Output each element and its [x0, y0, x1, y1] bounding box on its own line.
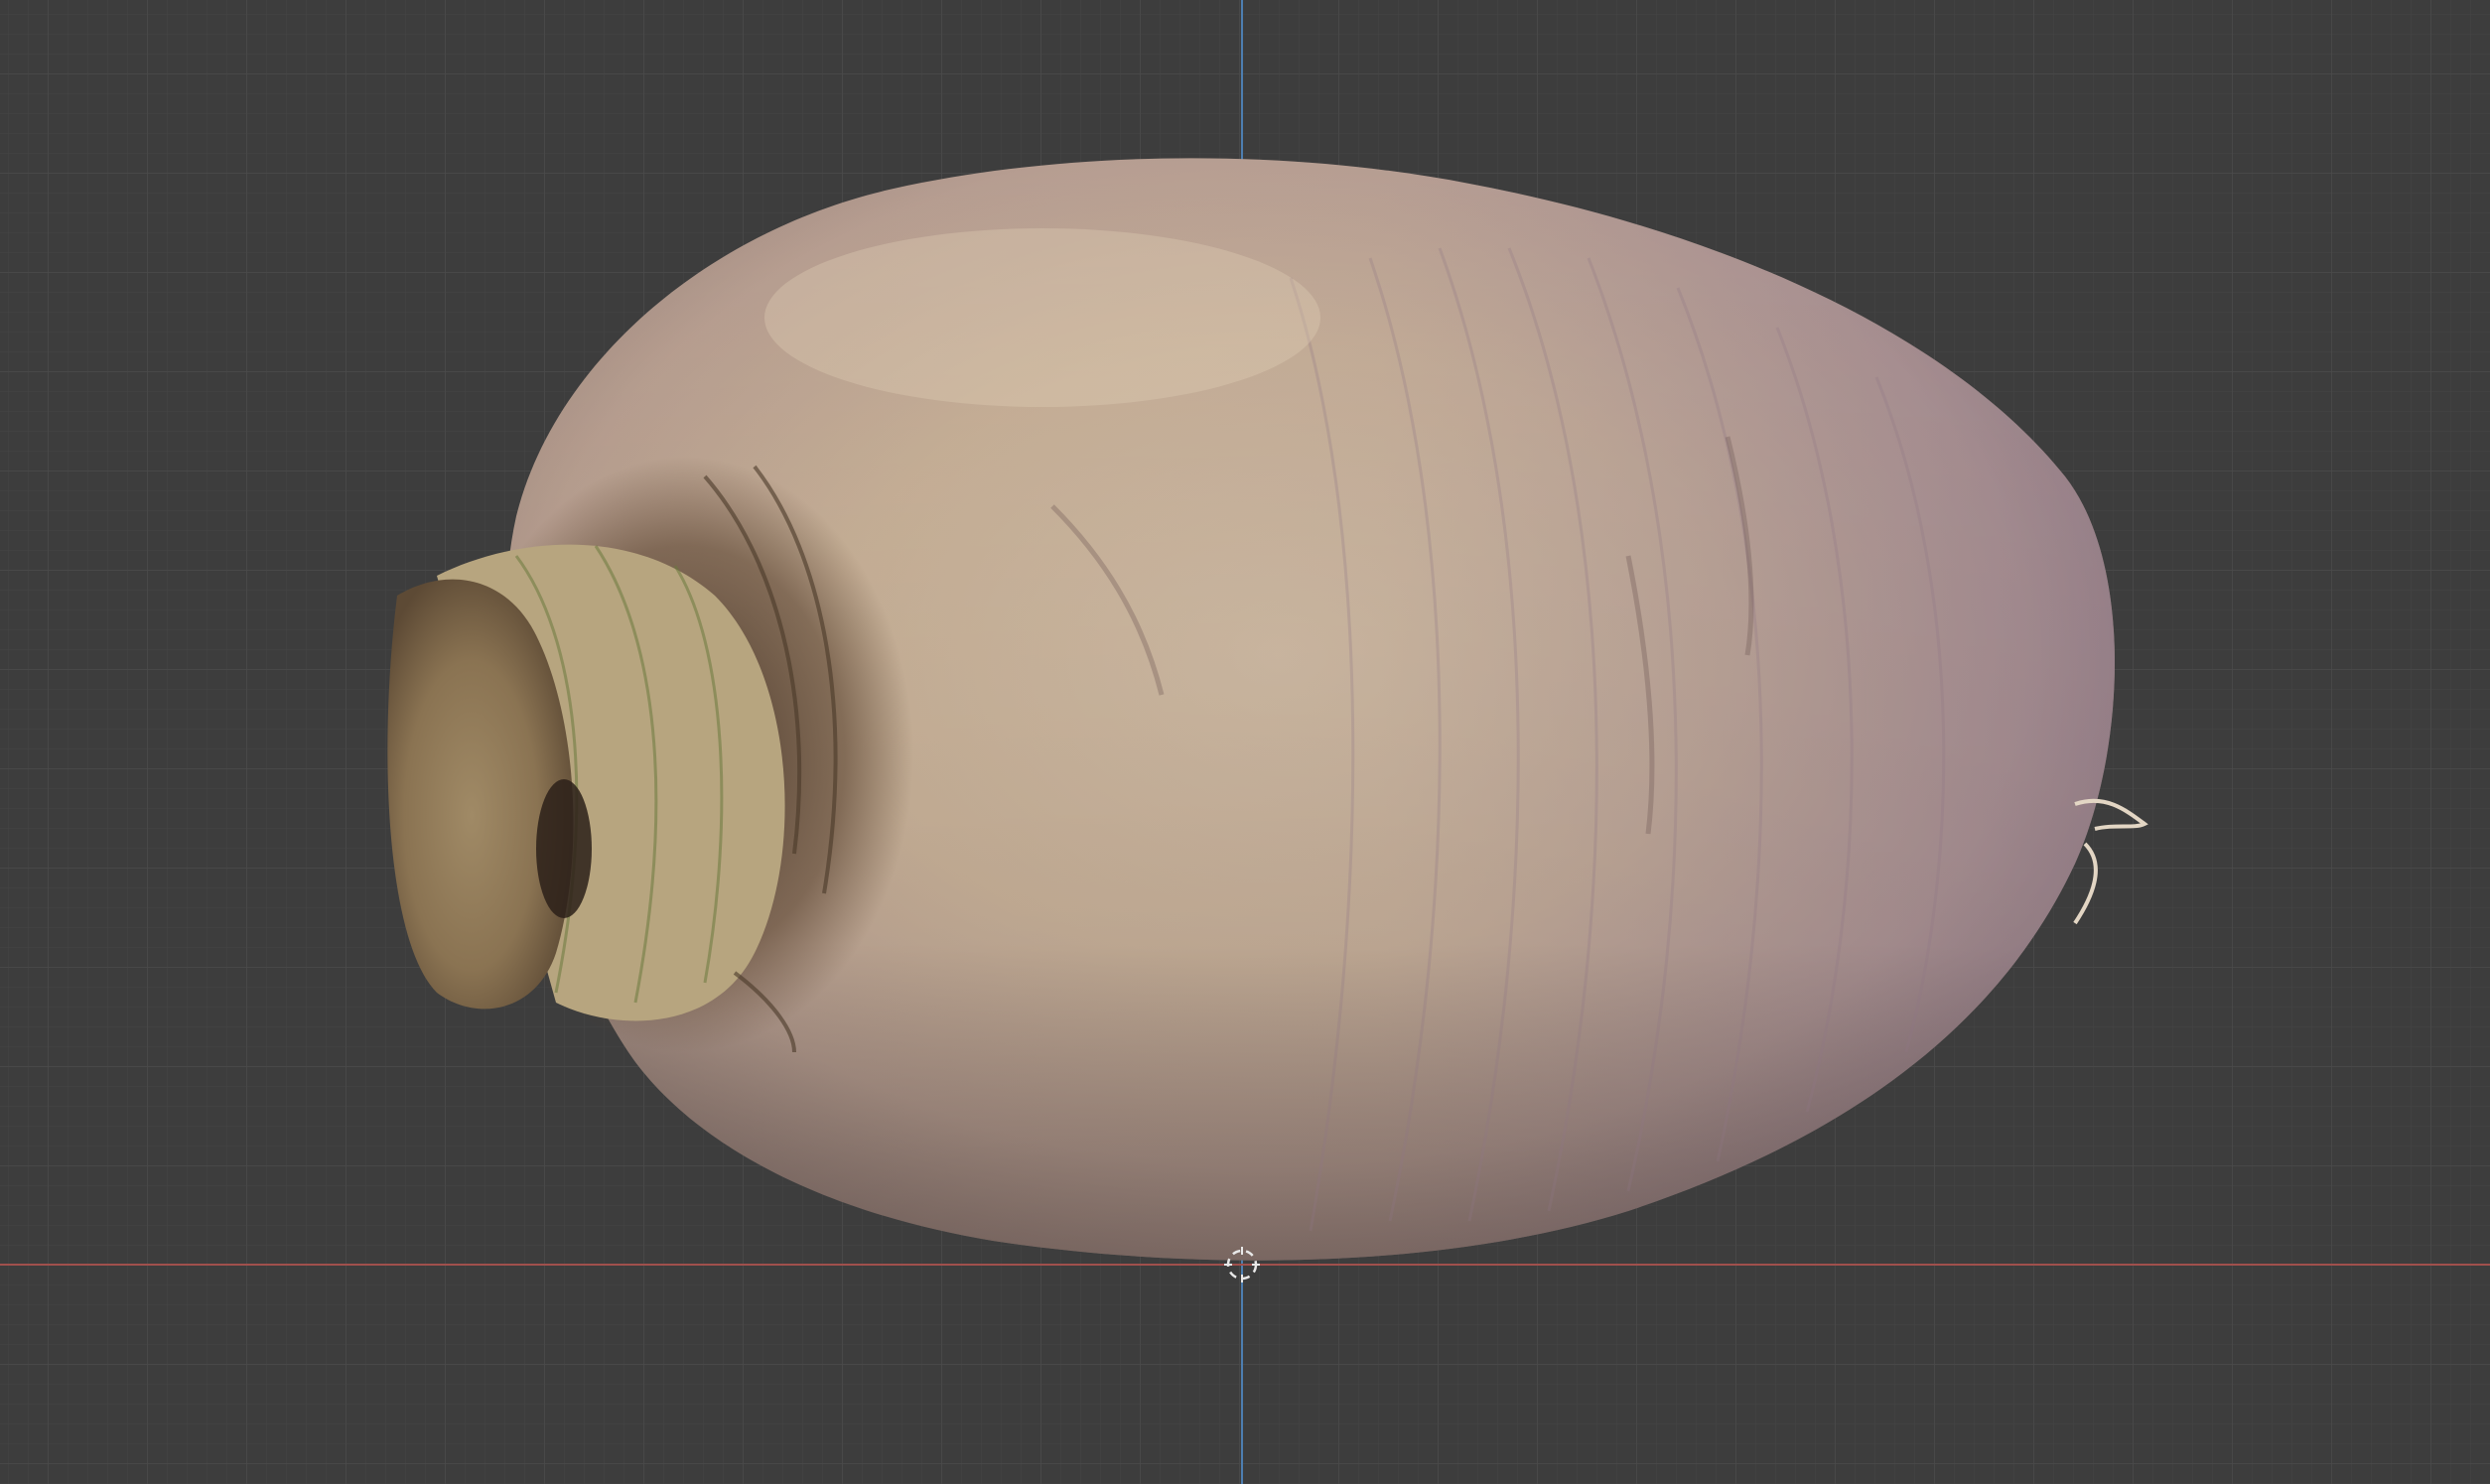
stem-cavity — [536, 779, 592, 918]
3d-viewport[interactable] — [0, 0, 2490, 1484]
